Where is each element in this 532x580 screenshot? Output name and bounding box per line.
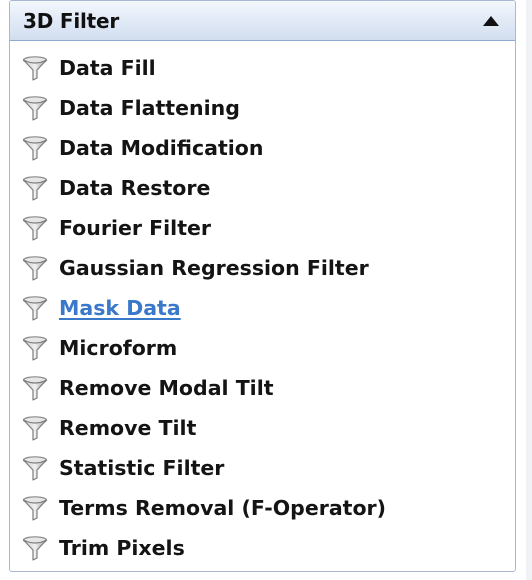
funnel-icon [20, 333, 50, 363]
item-label: Remove Tilt [59, 416, 197, 440]
item-label: Gaussian Regression Filter [59, 256, 369, 280]
funnel-icon [20, 293, 50, 323]
list-item[interactable]: Gaussian Regression Filter [10, 248, 515, 288]
item-label: Fourier Filter [59, 216, 212, 240]
funnel-icon [20, 373, 50, 403]
funnel-icon [20, 413, 50, 443]
list-item[interactable]: Terms Removal (F-Operator) [10, 488, 515, 528]
list-item[interactable]: Remove Modal Tilt [10, 368, 515, 408]
list-item[interactable]: Fourier Filter [10, 208, 515, 248]
panel-header[interactable]: 3D Filter [10, 1, 515, 41]
funnel-icon [20, 93, 50, 123]
filter-panel: 3D Filter Data Fill Data Flattening Data… [9, 0, 516, 572]
item-label: Terms Removal (F-Operator) [59, 496, 387, 520]
list-item-mask-data[interactable]: Mask Data [10, 288, 515, 328]
item-label: Data Restore [59, 176, 211, 200]
list-item[interactable]: Data Modification [10, 128, 515, 168]
panel-title: 3D Filter [23, 8, 120, 33]
funnel-icon [20, 53, 50, 83]
list-item[interactable]: Microform [10, 328, 515, 368]
item-label: Statistic Filter [59, 456, 225, 480]
funnel-icon [20, 453, 50, 483]
caret-up-icon[interactable] [481, 11, 501, 31]
list-item[interactable]: Data Flattening [10, 88, 515, 128]
list-item[interactable]: Data Fill [10, 48, 515, 88]
filter-list: Data Fill Data Flattening Data Modificat… [10, 41, 515, 568]
funnel-icon [20, 213, 50, 243]
list-item[interactable]: Trim Pixels [10, 528, 515, 568]
list-item[interactable]: Data Restore [10, 168, 515, 208]
funnel-icon [20, 253, 50, 283]
background-edge [526, 0, 532, 580]
funnel-icon [20, 493, 50, 523]
funnel-icon [20, 173, 50, 203]
funnel-icon [20, 533, 50, 563]
list-item[interactable]: Statistic Filter [10, 448, 515, 488]
item-label-link[interactable]: Mask Data [59, 296, 181, 320]
item-label: Microform [59, 336, 178, 360]
item-label: Data Flattening [59, 96, 240, 120]
item-label: Data Fill [59, 56, 156, 80]
funnel-icon [20, 133, 50, 163]
item-label: Remove Modal Tilt [59, 376, 274, 400]
item-label: Data Modification [59, 136, 264, 160]
item-label: Trim Pixels [59, 536, 185, 560]
list-item[interactable]: Remove Tilt [10, 408, 515, 448]
